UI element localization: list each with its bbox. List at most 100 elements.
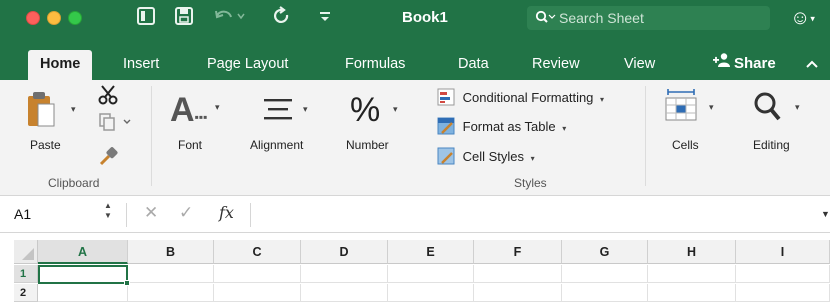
add-person-icon — [712, 50, 734, 78]
conditional-formatting-button[interactable]: Conditional Formatting ▾ — [437, 88, 604, 108]
cell-d1[interactable] — [301, 265, 388, 283]
editing-button[interactable]: ▾ Editing — [744, 86, 808, 164]
search-icon — [535, 7, 557, 31]
select-all-button[interactable] — [14, 240, 38, 264]
share-label: Share — [734, 55, 776, 72]
active-cell-border — [38, 265, 128, 284]
column-header-a[interactable]: A — [38, 240, 128, 264]
cell-e1[interactable] — [388, 265, 474, 283]
format-painter-icon[interactable] — [98, 145, 120, 170]
cell-g2[interactable] — [562, 284, 648, 302]
cell-b2[interactable] — [128, 284, 214, 302]
formula-bar-separator — [126, 203, 127, 227]
font-button[interactable]: A▪▪▪ ▾ Font — [164, 88, 226, 164]
cancel-formula-icon[interactable]: ✕ — [144, 203, 158, 223]
cell-h1[interactable] — [648, 265, 736, 283]
confirm-formula-icon[interactable]: ✓ — [179, 203, 193, 223]
tab-label: Page Layout — [207, 56, 289, 72]
cell-f2[interactable] — [474, 284, 562, 302]
row-header-1[interactable]: 1 — [14, 265, 38, 283]
tab-label: Home — [40, 56, 81, 72]
tab-label: Formulas — [345, 56, 406, 72]
redo-icon[interactable] — [272, 6, 292, 26]
editing-label: Editing — [753, 138, 790, 152]
font-icon: A▪▪▪ — [170, 91, 208, 129]
search-sheet-input[interactable]: Search Sheet — [527, 6, 770, 30]
column-header-d[interactable]: D — [301, 240, 388, 264]
cell-e2[interactable] — [388, 284, 474, 302]
font-dropdown-icon: ▾ — [215, 102, 220, 112]
cells-button[interactable]: ▾ Cells — [658, 86, 718, 164]
cell-i2[interactable] — [736, 284, 830, 302]
cut-icon[interactable] — [97, 84, 119, 109]
column-header-f[interactable]: F — [474, 240, 562, 264]
share-button[interactable]: Share — [712, 50, 776, 80]
insert-function-button[interactable]: fx — [219, 203, 234, 222]
cells-icon — [662, 88, 700, 125]
number-label: Number — [346, 138, 389, 152]
save-icon[interactable] — [174, 6, 194, 26]
smiley-icon[interactable]: ☺▾ — [790, 7, 815, 30]
formula-bar: A1 ▲ ▼ ✕ ✓ fx ▼ — [0, 197, 830, 233]
sidebar-toggle-icon[interactable] — [136, 6, 156, 26]
worksheet-grid: A B C D E F G H I 1 2 — [0, 240, 830, 304]
tab-data[interactable]: Data — [458, 50, 489, 80]
expand-formula-bar-icon[interactable]: ▼ — [821, 209, 830, 219]
tab-home[interactable]: Home — [28, 50, 93, 80]
cell-styles-label: Cell Styles — [462, 148, 525, 164]
percent-icon: % — [350, 91, 381, 129]
format-as-table-label: Format as Table — [462, 118, 556, 134]
cell-styles-button[interactable]: Cell Styles ▾ — [437, 147, 535, 167]
number-button[interactable]: % ▾ Number — [342, 88, 406, 164]
ribbon-home: ▾ Paste Clipboard A▪▪▪ ▾ Font ▾ Alignmen… — [0, 80, 830, 196]
tab-view[interactable]: View — [624, 50, 655, 80]
copy-icon[interactable] — [98, 112, 132, 135]
tab-formulas[interactable]: Formulas — [345, 50, 405, 80]
name-box-stepper-icon[interactable]: ▲ ▼ — [104, 201, 112, 221]
maximize-window-button[interactable] — [68, 11, 82, 25]
cell-c1[interactable] — [214, 265, 301, 283]
search-placeholder: Search Sheet — [559, 10, 644, 26]
minimize-window-button[interactable] — [47, 11, 61, 25]
cell-g1[interactable] — [562, 265, 648, 283]
column-header-c[interactable]: C — [214, 240, 301, 264]
format-as-table-button[interactable]: Format as Table ▾ — [437, 117, 566, 137]
name-box[interactable]: A1 — [14, 206, 31, 222]
cell-styles-dropdown-icon: ▾ — [530, 153, 535, 163]
align-lines-icon — [262, 96, 294, 127]
tab-review[interactable]: Review — [532, 50, 580, 80]
column-header-h[interactable]: H — [648, 240, 736, 264]
format-as-table-icon — [437, 117, 455, 138]
tab-page-layout[interactable]: Page Layout — [207, 50, 288, 80]
alignment-label: Alignment — [250, 138, 304, 152]
cell-b1[interactable] — [128, 265, 214, 283]
customize-toolbar-icon[interactable] — [318, 6, 332, 26]
document-title: Book1 — [402, 9, 448, 26]
close-window-button[interactable] — [26, 11, 40, 25]
cell-c2[interactable] — [214, 284, 301, 302]
column-header-b[interactable]: B — [128, 240, 214, 264]
cell-i1[interactable] — [736, 265, 830, 283]
column-header-i[interactable]: I — [736, 240, 830, 264]
fill-handle[interactable] — [124, 280, 130, 286]
cell-a2[interactable] — [38, 284, 128, 302]
cell-f1[interactable] — [474, 265, 562, 283]
ribbon-separator — [151, 86, 152, 186]
tab-label: Data — [458, 56, 489, 72]
formula-input[interactable] — [258, 203, 808, 227]
collapse-ribbon-icon[interactable] — [805, 50, 819, 80]
column-header-g[interactable]: G — [562, 240, 648, 264]
ribbon-separator — [645, 86, 646, 186]
row-header-2[interactable]: 2 — [14, 284, 38, 302]
alignment-button[interactable]: ▾ Alignment — [246, 88, 322, 164]
cells-label: Cells — [672, 138, 699, 152]
conditional-formatting-dropdown-icon: ▾ — [600, 94, 605, 104]
cell-d2[interactable] — [301, 284, 388, 302]
conditional-formatting-icon — [437, 88, 455, 109]
undo-icon[interactable] — [213, 6, 249, 26]
tab-label: View — [624, 56, 656, 72]
column-header-e[interactable]: E — [388, 240, 474, 264]
cell-h2[interactable] — [648, 284, 736, 302]
editing-dropdown-icon: ▾ — [795, 102, 800, 112]
tab-insert[interactable]: Insert — [123, 50, 159, 80]
